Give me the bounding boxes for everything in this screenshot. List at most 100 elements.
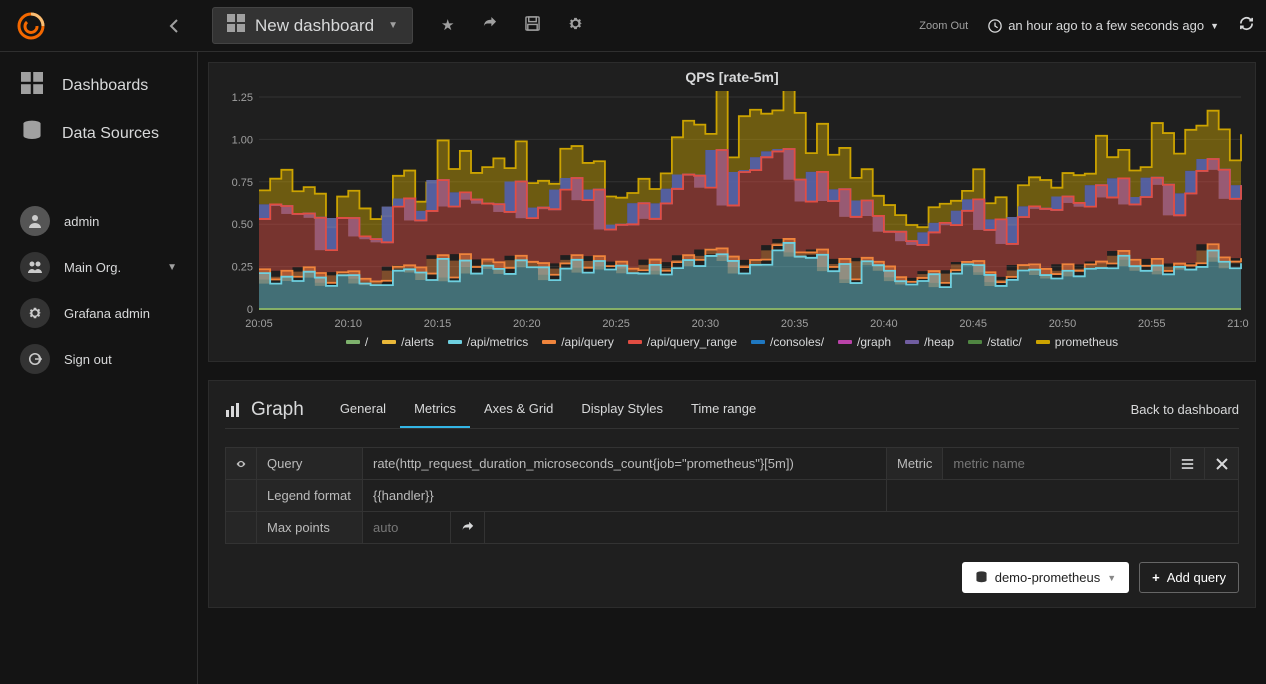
- query-editor-table: Query rate(http_request_duration_microse…: [225, 447, 1239, 544]
- svg-text:0.75: 0.75: [232, 177, 253, 189]
- add-query-button[interactable]: + Add query: [1139, 562, 1239, 593]
- svg-text:0: 0: [247, 304, 253, 316]
- clock-icon: [988, 19, 1002, 33]
- legend-item[interactable]: /api/query_range: [628, 335, 737, 349]
- dashboard-picker[interactable]: New dashboard ▼: [212, 7, 413, 44]
- chevron-down-icon: ▼: [388, 20, 398, 31]
- editor-tab-axes-grid[interactable]: Axes & Grid: [470, 391, 567, 428]
- legend-item[interactable]: /consoles/: [751, 335, 824, 349]
- svg-text:20:35: 20:35: [781, 318, 809, 330]
- topbar: New dashboard ▼ ★ Zoom Out an hour ago t…: [0, 0, 1266, 52]
- sidebar-signout-label: Sign out: [64, 352, 112, 367]
- link-button[interactable]: [450, 512, 484, 543]
- signout-icon: [20, 344, 50, 374]
- sidebar-user-label: admin: [64, 214, 99, 229]
- grid-icon: [227, 14, 245, 37]
- spacer-cell: [226, 512, 256, 543]
- dashboard-name: New dashboard: [255, 16, 374, 36]
- svg-text:20:30: 20:30: [692, 318, 720, 330]
- refresh-button[interactable]: [1239, 16, 1254, 35]
- svg-text:0.50: 0.50: [232, 219, 253, 231]
- gear-icon: [20, 298, 50, 328]
- legend-item[interactable]: /api/query: [542, 335, 614, 349]
- chevron-down-icon: ▼: [1107, 573, 1116, 583]
- metric-label: Metric: [886, 448, 942, 479]
- legend-item[interactable]: /graph: [838, 335, 891, 349]
- svg-text:20:45: 20:45: [959, 318, 987, 330]
- time-range-picker[interactable]: an hour ago to a few seconds ago ▼: [988, 18, 1219, 33]
- star-icon[interactable]: ★: [441, 16, 454, 35]
- user-icon: [20, 206, 50, 236]
- editor-tabs: GeneralMetricsAxes & GridDisplay StylesT…: [326, 391, 770, 428]
- query-label: Query: [256, 448, 362, 479]
- database-icon: [975, 571, 988, 584]
- chevron-down-icon: ▼: [167, 262, 177, 273]
- svg-text:1.00: 1.00: [232, 134, 253, 146]
- sidebar-signout[interactable]: Sign out: [0, 336, 197, 382]
- svg-text:20:15: 20:15: [424, 318, 452, 330]
- panel-title: QPS [rate-5m]: [209, 63, 1255, 87]
- svg-text:1.25: 1.25: [232, 92, 253, 104]
- panel-editor: Graph GeneralMetricsAxes & GridDisplay S…: [208, 380, 1256, 608]
- grid-icon: [20, 72, 44, 100]
- editor-tab-general[interactable]: General: [326, 391, 400, 428]
- legend-item[interactable]: /heap: [905, 335, 954, 349]
- save-icon[interactable]: [525, 16, 540, 35]
- sidebar-org-label: Main Org.: [64, 260, 121, 275]
- legend-format-input[interactable]: {{handler}}: [362, 480, 886, 511]
- maxpoints-label: Max points: [256, 512, 362, 543]
- svg-text:20:40: 20:40: [870, 318, 898, 330]
- svg-text:21:00: 21:00: [1227, 318, 1249, 330]
- svg-text:20:25: 20:25: [602, 318, 630, 330]
- plus-icon: +: [1152, 570, 1160, 585]
- chevron-down-icon: ▼: [1210, 21, 1219, 31]
- legend-item[interactable]: prometheus: [1036, 335, 1118, 349]
- editor-tab-display-styles[interactable]: Display Styles: [567, 391, 677, 428]
- svg-text:20:10: 20:10: [335, 318, 363, 330]
- remove-query-button[interactable]: [1204, 448, 1238, 479]
- spacer-cell: [226, 480, 256, 511]
- toolbar-icons: ★: [441, 16, 583, 35]
- sidebar-admin-label: Grafana admin: [64, 306, 150, 321]
- editor-tab-metrics[interactable]: Metrics: [400, 391, 470, 428]
- legend-item[interactable]: /static/: [968, 335, 1022, 349]
- share-icon[interactable]: [482, 16, 497, 35]
- grafana-logo[interactable]: [12, 7, 50, 45]
- svg-text:20:55: 20:55: [1138, 318, 1166, 330]
- toggle-visibility-button[interactable]: [226, 448, 256, 479]
- sidebar-item-datasources[interactable]: Data Sources: [0, 110, 197, 158]
- svg-text:0.25: 0.25: [232, 262, 253, 274]
- legend-item[interactable]: /alerts: [382, 335, 434, 349]
- sidebar: Dashboards Data Sources admin Main Org. …: [0, 52, 198, 684]
- menu-button[interactable]: [1170, 448, 1204, 479]
- metric-input[interactable]: metric name: [942, 448, 1090, 479]
- sidebar-item-label: Dashboards: [62, 77, 148, 95]
- legend-item[interactable]: /api/metrics: [448, 335, 528, 349]
- sidebar-collapse-button[interactable]: [154, 6, 194, 46]
- sidebar-item-dashboards[interactable]: Dashboards: [0, 62, 197, 110]
- editor-tab-time-range[interactable]: Time range: [677, 391, 770, 428]
- gear-icon[interactable]: [568, 16, 583, 35]
- chart-legend: / /alerts/api/metrics/api/query/api/query…: [219, 331, 1245, 353]
- chart-area[interactable]: 0 0.25 0.50 0.75 1.00 1.25 20:05 20:10 20:15 20:2…: [219, 91, 1249, 331]
- maxpoints-input[interactable]: auto: [362, 512, 450, 543]
- back-to-dashboard-link[interactable]: Back to dashboard: [1131, 402, 1239, 417]
- svg-text:20:05: 20:05: [245, 318, 273, 330]
- barchart-icon: [225, 402, 241, 418]
- datasource-picker[interactable]: demo-prometheus ▼: [962, 562, 1129, 593]
- users-icon: [20, 252, 50, 282]
- database-icon: [20, 120, 44, 148]
- sidebar-user[interactable]: admin: [0, 198, 197, 244]
- svg-text:20:50: 20:50: [1049, 318, 1077, 330]
- editor-title: Graph: [225, 393, 304, 427]
- sidebar-item-label: Data Sources: [62, 125, 159, 143]
- graph-panel: QPS [rate-5m] 0 0.25 0.50 0.75 1.00 1.25 20:05…: [208, 62, 1256, 362]
- query-input[interactable]: rate(http_request_duration_microseconds_…: [362, 448, 886, 479]
- zoom-out-button[interactable]: Zoom Out: [919, 20, 968, 32]
- main-content: QPS [rate-5m] 0 0.25 0.50 0.75 1.00 1.25 20:05…: [198, 52, 1266, 684]
- svg-text:20:20: 20:20: [513, 318, 541, 330]
- legend-item[interactable]: /: [346, 335, 368, 349]
- sidebar-admin[interactable]: Grafana admin: [0, 290, 197, 336]
- legend-format-label: Legend format: [256, 480, 362, 511]
- sidebar-org[interactable]: Main Org. ▼: [0, 244, 197, 290]
